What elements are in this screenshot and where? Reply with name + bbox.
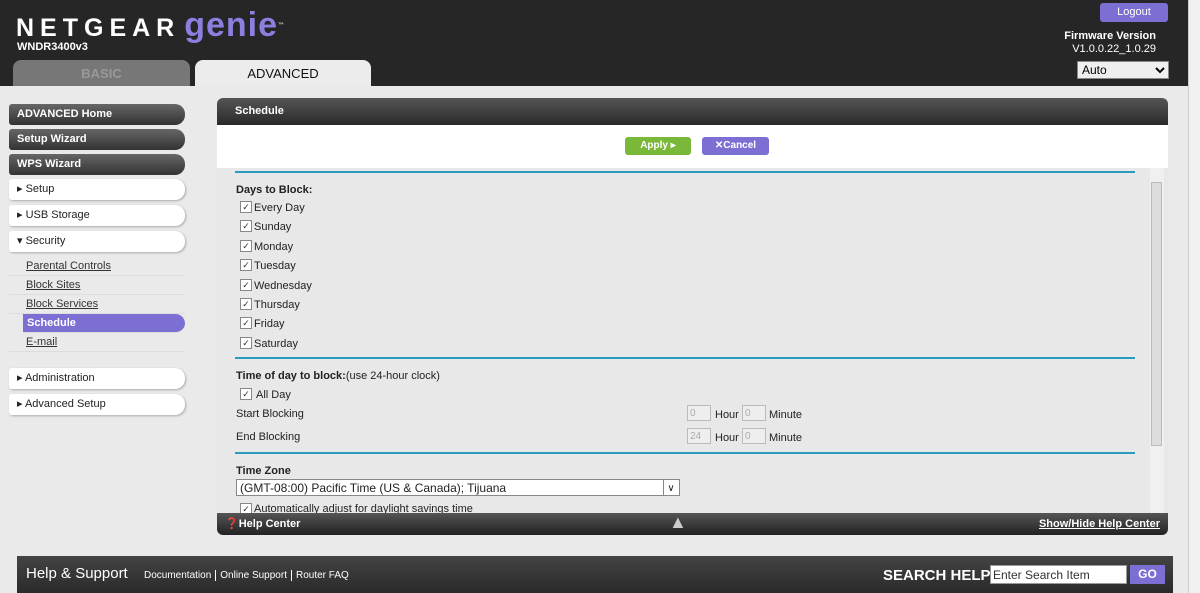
sidebar-item-advanced-setup[interactable]: ▸ Advanced Setup [9, 394, 185, 415]
sidebar-item-block-sites[interactable]: Block Sites [9, 276, 185, 295]
day-label: Sunday [254, 221, 292, 234]
model-name: WNDR3400v3 [17, 41, 88, 53]
start-blocking-label: Start Blocking [236, 408, 304, 420]
schedule-form: Days to Block: ✓ Every Day ✓ Sunday ✓ Monday ✓… [217, 168, 1168, 515]
day-checkbox[interactable]: ✓ [240, 239, 252, 252]
hour-label: Hour [715, 432, 739, 444]
day-checkbox[interactable]: ✓ [240, 317, 252, 330]
time-zone-label: Time Zone [236, 465, 291, 477]
router-faq-link[interactable]: Router FAQ [292, 570, 353, 581]
tab-advanced[interactable]: ADVANCED [195, 60, 371, 86]
hour-label: Hour [715, 409, 739, 421]
firmware-info: Firmware Version V1.0.0.22_1.0.29 [1064, 30, 1156, 56]
day-label: Tuesday [254, 260, 296, 273]
help-center-label[interactable]: Help Center [239, 518, 301, 530]
online-support-link[interactable]: Online Support [216, 570, 292, 581]
cancel-button[interactable]: ✕Cancel [702, 137, 769, 155]
start-minute-input[interactable]: 0 [742, 405, 766, 421]
header: NETGEAR genie™ WNDR3400v3 BASIC ADVANCED … [0, 0, 1188, 86]
all-day-label: All Day [256, 389, 291, 401]
sidebar-item-setup[interactable]: ▸ Setup [9, 179, 185, 200]
logout-button[interactable]: Logout [1100, 3, 1168, 22]
search-help-label: SEARCH HELP [883, 567, 991, 584]
time-label: Time of day to block:(use 24-hour clock) [236, 370, 440, 382]
firmware-version: V1.0.0.22_1.0.29 [1072, 43, 1156, 55]
show-hide-help-link[interactable]: Show/Hide Help Center [1039, 513, 1160, 535]
day-checkbox[interactable]: ✓ [240, 201, 252, 213]
tab-basic[interactable]: BASIC [13, 60, 190, 86]
sidebar-item-setup-wizard[interactable]: Setup Wizard [9, 129, 185, 150]
sidebar-item-administration[interactable]: ▸ Administration [9, 368, 185, 389]
day-label: Every Day [254, 202, 305, 214]
day-label: Saturday [254, 337, 299, 350]
end-hour-input[interactable]: 24 [687, 428, 711, 444]
day-checkbox[interactable]: ✓ [240, 278, 252, 291]
days-label: Days to Block: [236, 184, 313, 196]
divider [235, 452, 1135, 454]
sidebar: ADVANCED Home Setup Wizard WPS Wizard ▸ … [9, 104, 185, 420]
sidebar-item-wps-wizard[interactable]: WPS Wizard [9, 154, 185, 175]
netgear-genie-logo: NETGEAR genie™ [16, 6, 285, 44]
day-label: Monday [254, 240, 294, 253]
sidebar-item-usb-storage[interactable]: ▸ USB Storage [9, 205, 185, 226]
schedule-panel: Schedule Apply ▸ ✕Cancel Days to Block: … [217, 98, 1168, 535]
day-checkbox[interactable]: ✓ [240, 336, 252, 349]
sidebar-item-advanced-home[interactable]: ADVANCED Home [9, 104, 185, 125]
chevron-down-icon: ∨ [663, 480, 678, 495]
divider [235, 357, 1135, 359]
day-checkbox[interactable]: ✓ [240, 220, 252, 233]
sidebar-item-block-services[interactable]: Block Services [9, 295, 185, 314]
help-center-bar: ❓Help Center ▲ Show/Hide Help Center [217, 511, 1168, 535]
sidebar-item-security[interactable]: ▾ Security [9, 231, 185, 252]
sidebar-item-schedule[interactable]: Schedule [23, 314, 185, 333]
day-label: Wednesday [254, 279, 312, 292]
sidebar-item-parental-controls[interactable]: Parental Controls [9, 257, 185, 276]
sidebar-item-email[interactable]: E-mail [9, 333, 185, 352]
firmware-label: Firmware Version [1064, 30, 1156, 42]
start-hour-input[interactable]: 0 [687, 405, 711, 421]
day-label: Thursday [254, 299, 300, 311]
all-day-checkbox[interactable]: ✓ [240, 388, 252, 400]
end-blocking-label: End Blocking [236, 431, 301, 443]
go-button[interactable]: GO [1130, 565, 1165, 584]
minute-label: Minute [769, 432, 803, 444]
page-title: Schedule [217, 98, 1168, 125]
day-checkbox[interactable]: ✓ [240, 298, 252, 310]
day-checkbox[interactable]: ✓ [240, 259, 252, 272]
day-label: Friday [254, 318, 285, 331]
documentation-link[interactable]: Documentation [140, 570, 217, 581]
page-scrollbar[interactable] [1188, 0, 1200, 593]
divider [235, 171, 1135, 173]
end-minute-input[interactable]: 0 [742, 428, 766, 444]
expand-arrow-icon[interactable]: ▲ [669, 511, 687, 533]
search-input[interactable]: Enter Search Item [990, 565, 1127, 584]
content-scrollbar[interactable] [1150, 168, 1164, 513]
help-icon: ❓ [225, 518, 239, 530]
apply-button[interactable]: Apply ▸ [625, 137, 691, 155]
language-select[interactable]: Auto [1077, 61, 1169, 79]
minute-label: Minute [769, 409, 803, 421]
help-support-footer: Help & Support Documentation Online Suppo… [17, 556, 1173, 593]
help-support-title: Help & Support [26, 565, 128, 582]
time-zone-select[interactable]: (GMT-08:00) Pacific Time (US & Canada); … [236, 479, 680, 496]
